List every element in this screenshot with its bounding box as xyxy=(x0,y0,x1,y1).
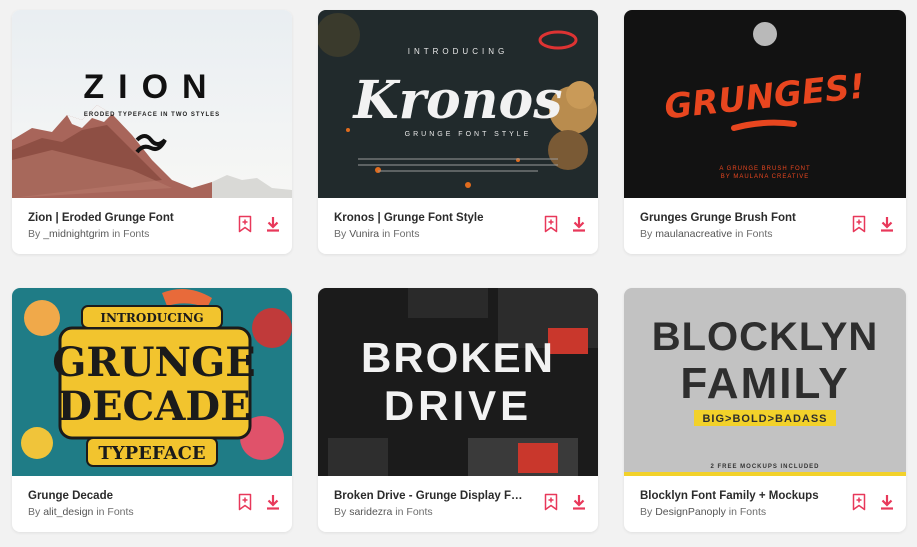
card-byline: By saridezra in Fonts xyxy=(334,506,528,519)
download-icon[interactable] xyxy=(880,215,894,233)
grunges-thumb-subtitle: A GRUNGE BRUSH FONT xyxy=(719,166,810,172)
card-title[interactable]: Grunge Decade xyxy=(28,489,222,503)
kronos-thumb-title: Kronos xyxy=(351,70,562,131)
author-link[interactable]: DesignPanoply xyxy=(655,506,726,518)
grunge-decade-subtitle: TYPEFACE xyxy=(98,443,205,464)
bookmark-add-icon[interactable] xyxy=(238,493,252,511)
grunges-preview-image: GRUNGES! A GRUNGE BRUSH FONT BY MAULANA … xyxy=(624,10,906,198)
download-icon[interactable] xyxy=(266,493,280,511)
bookmark-add-icon[interactable] xyxy=(238,215,252,233)
card-actions xyxy=(852,493,894,511)
category-link[interactable]: Fonts xyxy=(406,506,432,518)
download-icon[interactable] xyxy=(572,493,586,511)
category-link[interactable]: Fonts xyxy=(746,228,772,240)
card-byline: By _midnightgrim in Fonts xyxy=(28,228,222,241)
card-byline: By alit_design in Fonts xyxy=(28,506,222,519)
by-label: By xyxy=(640,506,653,518)
card-byline: By maulanacreative in Fonts xyxy=(640,228,836,241)
card-actions xyxy=(238,215,280,233)
card-byline: By DesignPanoply in Fonts xyxy=(640,506,836,519)
card-actions xyxy=(238,493,280,511)
author-link[interactable]: alit_design xyxy=(43,506,93,518)
download-icon[interactable] xyxy=(572,215,586,233)
blocklyn-preview-image: BLOCKLYN FAMILY BIG>BOLD>BADASS 2 FREE M… xyxy=(624,288,906,476)
zion-thumb-subtitle: ERODED TYPEFACE IN TWO STYLES xyxy=(84,112,220,118)
in-label: in xyxy=(112,228,121,240)
kronos-thumb-subtitle: GRUNGE FONT STYLE xyxy=(405,131,532,138)
grunge-decade-title-2: DECADE xyxy=(57,383,250,430)
in-label: in xyxy=(395,506,404,518)
card-title[interactable]: Zion | Eroded Grunge Font xyxy=(28,211,222,225)
author-link[interactable]: saridezra xyxy=(349,506,392,518)
font-card-blocklyn[interactable]: BLOCKLYN FAMILY BIG>BOLD>BADASS 2 FREE M… xyxy=(624,288,906,532)
category-link[interactable]: Fonts xyxy=(740,506,766,518)
card-title[interactable]: Blocklyn Font Family + Mockups xyxy=(640,489,836,503)
category-link[interactable]: Fonts xyxy=(393,228,419,240)
card-actions xyxy=(544,215,586,233)
card-title[interactable]: Kronos | Grunge Font Style xyxy=(334,211,528,225)
blocklyn-title-2: FAMILY xyxy=(680,359,849,408)
by-label: By xyxy=(640,228,653,240)
card-actions xyxy=(852,215,894,233)
card-actions xyxy=(544,493,586,511)
author-link[interactable]: Vunira xyxy=(349,228,379,240)
grunge-decade-intro: INTRODUCING xyxy=(100,311,203,325)
in-label: in xyxy=(728,506,737,518)
zion-thumb-title: ZION xyxy=(83,68,220,106)
download-icon[interactable] xyxy=(880,493,894,511)
blocklyn-title-1: BLOCKLYN xyxy=(652,315,879,359)
card-meta: Grunge Decade By alit_design in Fonts xyxy=(12,476,292,532)
zion-preview-image: ZION ERODED TYPEFACE IN TWO STYLES xyxy=(12,10,292,198)
thumbnail-zion[interactable]: ZION ERODED TYPEFACE IN TWO STYLES xyxy=(12,10,292,198)
font-card-zion[interactable]: ZION ERODED TYPEFACE IN TWO STYLES Zion … xyxy=(12,10,292,254)
card-meta: Grunges Grunge Brush Font By maulanacrea… xyxy=(624,198,906,254)
in-label: in xyxy=(382,228,391,240)
blocklyn-tagline: BIG>BOLD>BADASS xyxy=(702,413,827,425)
thumbnail-kronos[interactable]: INTRODUCING Kronos GRUNGE FONT STYLE xyxy=(318,10,598,198)
card-meta: Zion | Eroded Grunge Font By _midnightgr… xyxy=(12,198,292,254)
card-meta: Broken Drive - Grunge Display Font By sa… xyxy=(318,476,598,532)
thumbnail-broken-drive[interactable]: BROKEN DRIVE xyxy=(318,288,598,476)
card-byline: By Vunira in Fonts xyxy=(334,228,528,241)
font-card-broken-drive[interactable]: BROKEN DRIVE Broken Drive - Grunge Displ… xyxy=(318,288,598,532)
kronos-thumb-intro: INTRODUCING xyxy=(408,47,508,56)
bookmark-add-icon[interactable] xyxy=(544,215,558,233)
author-link[interactable]: maulanacreative xyxy=(655,228,732,240)
font-card-grunge-decade[interactable]: INTRODUCING GRUNGE DECADE TYPEFACE Grung… xyxy=(12,288,292,532)
kronos-preview-image: INTRODUCING Kronos GRUNGE FONT STYLE xyxy=(318,10,598,198)
card-meta: Blocklyn Font Family + Mockups By Design… xyxy=(624,476,906,532)
broken-drive-title-1: BROKEN xyxy=(361,334,555,381)
card-title[interactable]: Broken Drive - Grunge Display Font xyxy=(334,489,528,503)
font-card-grunges[interactable]: GRUNGES! A GRUNGE BRUSH FONT BY MAULANA … xyxy=(624,10,906,254)
download-icon[interactable] xyxy=(266,215,280,233)
bookmark-add-icon[interactable] xyxy=(852,493,866,511)
font-card-kronos[interactable]: INTRODUCING Kronos GRUNGE FONT STYLE Kro… xyxy=(318,10,598,254)
broken-drive-title-2: DRIVE xyxy=(384,382,532,429)
by-label: By xyxy=(28,506,41,518)
blocklyn-mockups-note: 2 FREE MOCKUPS INCLUDED xyxy=(710,464,819,470)
author-link[interactable]: _midnightgrim xyxy=(43,228,109,240)
font-results-grid: ZION ERODED TYPEFACE IN TWO STYLES Zion … xyxy=(12,10,907,532)
by-label: By xyxy=(28,228,41,240)
category-link[interactable]: Fonts xyxy=(107,506,133,518)
broken-drive-preview-image: BROKEN DRIVE xyxy=(318,288,598,476)
card-title[interactable]: Grunges Grunge Brush Font xyxy=(640,211,836,225)
thumbnail-blocklyn[interactable]: BLOCKLYN FAMILY BIG>BOLD>BADASS 2 FREE M… xyxy=(624,288,906,476)
grunge-decade-title-1: GRUNGE xyxy=(52,339,256,386)
in-label: in xyxy=(96,506,105,518)
bookmark-add-icon[interactable] xyxy=(852,215,866,233)
bookmark-add-icon[interactable] xyxy=(544,493,558,511)
grunges-thumb-credit: BY MAULANA CREATIVE xyxy=(721,174,809,180)
card-meta: Kronos | Grunge Font Style By Vunira in … xyxy=(318,198,598,254)
by-label: By xyxy=(334,506,347,518)
by-label: By xyxy=(334,228,347,240)
thumbnail-grunges[interactable]: GRUNGES! A GRUNGE BRUSH FONT BY MAULANA … xyxy=(624,10,906,198)
thumbnail-grunge-decade[interactable]: INTRODUCING GRUNGE DECADE TYPEFACE xyxy=(12,288,292,476)
category-link[interactable]: Fonts xyxy=(123,228,149,240)
grunge-decade-preview-image: INTRODUCING GRUNGE DECADE TYPEFACE xyxy=(12,288,292,476)
in-label: in xyxy=(735,228,744,240)
